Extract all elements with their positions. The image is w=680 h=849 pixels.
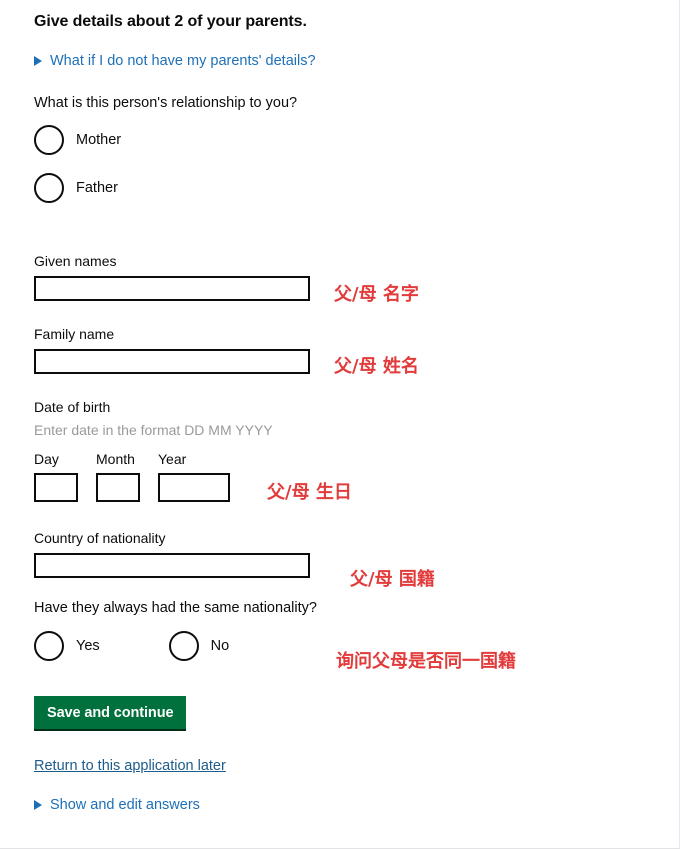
radio-circle-yes[interactable]	[34, 630, 64, 661]
year-label: Year	[158, 450, 187, 467]
page-title: Give details about 2 of your parents.	[34, 13, 307, 30]
annotation-given-names: 父/母 名字	[334, 284, 419, 305]
show-and-edit-answers-disclosure[interactable]: Show and edit answers	[34, 796, 200, 813]
same-nationality-question-label: Have they always had the same nationalit…	[34, 599, 317, 616]
radio-label-father: Father	[76, 179, 118, 196]
show-and-edit-answers-label: Show and edit answers	[50, 796, 200, 813]
day-label: Day	[34, 450, 59, 467]
date-of-birth-sublabels: Day Month Year	[34, 451, 654, 467]
relationship-radio-group: Mother Father	[34, 124, 654, 203]
triangle-right-icon	[34, 799, 42, 810]
radio-circle-mother[interactable]	[34, 124, 64, 155]
year-input[interactable]	[158, 472, 230, 502]
save-and-continue-button[interactable]: Save and continue	[34, 695, 187, 731]
radio-option-father[interactable]: Father	[34, 172, 118, 203]
radio-label-no: No	[210, 637, 230, 654]
annotation-family-name: 父/母 姓名	[334, 356, 419, 377]
given-names-input[interactable]	[34, 275, 310, 301]
form-page: Give details about 2 of your parents. Wh…	[0, 0, 680, 849]
form-content: Give details about 2 of your parents. Wh…	[34, 0, 654, 812]
radio-option-no[interactable]: No	[168, 630, 230, 661]
radio-option-yes[interactable]: Yes	[34, 630, 100, 661]
family-name-label: Family name	[34, 325, 115, 342]
radio-circle-father[interactable]	[34, 172, 64, 203]
family-name-input[interactable]	[34, 348, 310, 374]
annotation-country-of-nationality: 父/母 国籍	[350, 569, 435, 590]
details-disclosure-what-if-no-parent-details[interactable]: What if I do not have my parents' detail…	[34, 54, 316, 69]
country-of-nationality-label: Country of nationality	[34, 529, 166, 546]
relationship-question-label: What is this person's relationship to yo…	[34, 94, 298, 111]
details-disclosure-label: What if I do not have my parents' detail…	[50, 53, 316, 69]
month-label: Month	[96, 450, 135, 467]
annotation-date-of-birth: 父/母 生日	[267, 482, 352, 503]
radio-label-mother: Mother	[76, 131, 122, 148]
radio-option-mother[interactable]: Mother	[34, 124, 122, 155]
annotation-same-nationality: 询问父母是否同一国籍	[336, 651, 516, 672]
given-names-label: Given names	[34, 252, 117, 269]
month-input[interactable]	[96, 472, 140, 502]
radio-circle-no[interactable]	[168, 630, 199, 661]
radio-label-yes: Yes	[76, 637, 100, 654]
day-input[interactable]	[34, 472, 78, 502]
triangle-right-icon	[34, 56, 42, 67]
country-of-nationality-input[interactable]	[34, 552, 310, 578]
date-of-birth-hint: Enter date in the format DD MM YYYY	[34, 421, 273, 438]
field-country-of-nationality: Country of nationality	[34, 530, 654, 578]
return-to-application-later-link[interactable]: Return to this application later	[34, 758, 226, 774]
date-of-birth-label: Date of birth	[34, 398, 111, 415]
